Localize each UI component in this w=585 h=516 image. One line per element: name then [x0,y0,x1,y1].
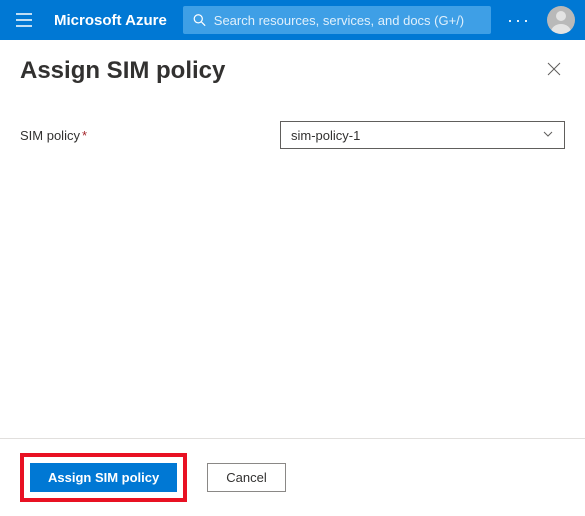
global-search[interactable] [183,6,491,34]
chevron-down-icon [542,128,554,143]
blade-footer: Assign SIM policy Cancel [0,438,585,516]
sim-policy-selected-value: sim-policy-1 [291,128,360,143]
form-body: SIM policy* sim-policy-1 [0,91,585,179]
user-avatar[interactable] [547,6,575,34]
assign-sim-policy-button[interactable]: Assign SIM policy [30,463,177,492]
sim-policy-select[interactable]: sim-policy-1 [280,121,565,149]
cancel-button[interactable]: Cancel [207,463,285,492]
top-navigation-bar: Microsoft Azure ··· [0,0,585,40]
more-menu-icon[interactable]: ··· [501,10,537,31]
sim-policy-label: SIM policy* [20,128,260,143]
search-input[interactable] [214,13,481,28]
search-icon [193,13,206,27]
blade-header: Assign SIM policy [0,40,585,91]
required-asterisk: * [82,128,87,143]
highlight-annotation: Assign SIM policy [20,453,187,502]
hamburger-menu-icon[interactable] [10,6,38,34]
brand-title[interactable]: Microsoft Azure [48,12,173,29]
close-icon[interactable] [543,56,565,85]
blade-title: Assign SIM policy [20,57,225,85]
sim-policy-label-text: SIM policy [20,128,80,143]
